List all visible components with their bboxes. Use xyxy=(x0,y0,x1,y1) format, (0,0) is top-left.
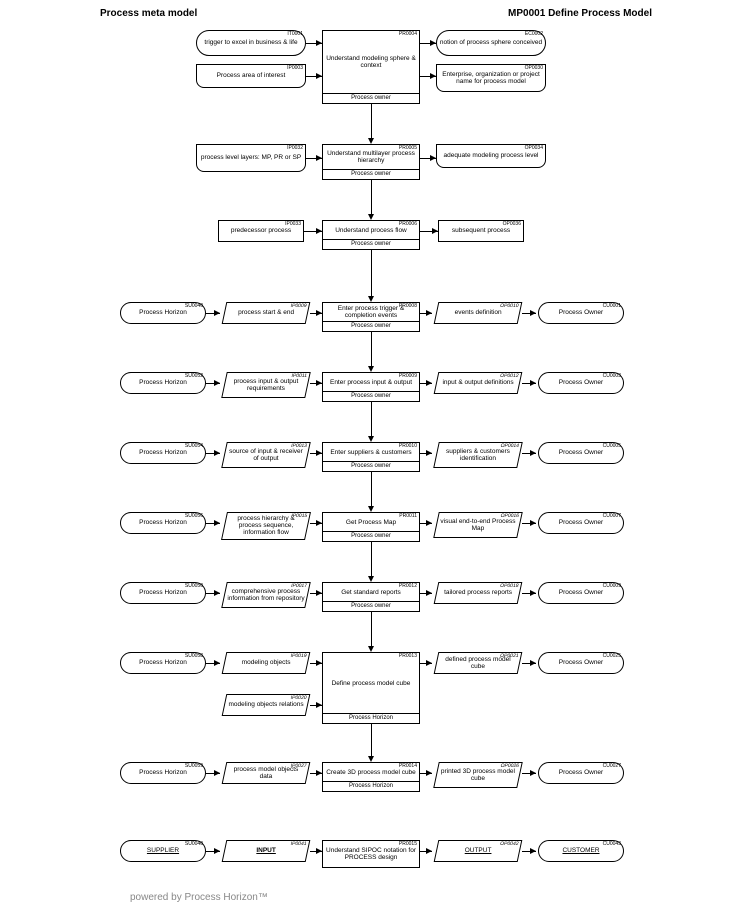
proc-enter-suppliers: PR0010Enter suppliers & customersProcess… xyxy=(322,442,420,472)
proc-create-3d: PR0014Create 3D process model cubeProces… xyxy=(322,762,420,792)
input-r10: IP0027process model objects data xyxy=(222,762,311,784)
supplier-r4: SU0040Process Horizon xyxy=(120,302,206,324)
legend-supplier: SU0040SUPPLIER xyxy=(120,840,206,862)
customer-r7: CU0007Process Owner xyxy=(538,512,624,534)
input-r5: IP0011process input & output requirement… xyxy=(221,372,311,398)
input-r9b: IP0020modeling objects relations xyxy=(222,694,311,716)
supplier-r5: SU0052Process Horizon xyxy=(120,372,206,394)
customer-r4: CU0001Process Owner xyxy=(538,302,624,324)
footer-credit: powered by Process Horizon™ xyxy=(130,892,268,903)
title-right: MP0001 Define Process Model xyxy=(508,8,652,19)
input-r8: IP0017comprehensive process information … xyxy=(221,582,311,608)
predecessor-process: IP0033 predecessor process xyxy=(218,220,304,242)
proc-get-map: PR0011Get Process MapProcess owner xyxy=(322,512,420,542)
output-r7: OP0016visual end-to-end Process Map xyxy=(433,512,523,538)
legend-process: PR0015Understand SIPOC notation for PROC… xyxy=(322,840,420,868)
proc-enter-trigger: PR0008Enter process trigger & completion… xyxy=(322,302,420,332)
proc-understand-sphere: PR0004 Understand modeling sphere & cont… xyxy=(322,30,420,104)
supplier-r6: SU0054Process Horizon xyxy=(120,442,206,464)
supplier-r10: SU0059Process Horizon xyxy=(120,762,206,784)
customer-r9: CU0025Process Owner xyxy=(538,652,624,674)
supplier-r7: SU0056Process Horizon xyxy=(120,512,206,534)
customer-r6: CU0005Process Owner xyxy=(538,442,624,464)
legend-output: OP0042OUTPUT xyxy=(434,840,523,862)
supplier-r8: SU0050Process Horizon xyxy=(120,582,206,604)
proc-understand-flow: PR0006 Understand process flow Process o… xyxy=(322,220,420,250)
customer-r10: CU0027Process Owner xyxy=(538,762,624,784)
output-r6: OP0014suppliers & customers identificati… xyxy=(433,442,523,468)
output-r9: OP0021defined process model cube xyxy=(434,652,523,674)
proc-enter-io: PR0009Enter process input & outputProces… xyxy=(322,372,420,402)
subsequent-process: OP0036 subsequent process xyxy=(438,220,524,242)
input-r4: IP0009process start & end xyxy=(222,302,311,324)
output-r5: OP0012input & output definitions xyxy=(434,372,523,394)
input-r6: IP0013source of input & receiver of outp… xyxy=(221,442,311,468)
input-r7: IP0015process hierarchy & process sequen… xyxy=(221,512,311,540)
input-r9a: IP0019modeling objects xyxy=(222,652,311,674)
customer-r5: CU0003Process Owner xyxy=(538,372,624,394)
process-level-layers: IP0032 process level layers: MP, PR or S… xyxy=(196,144,306,172)
output-r10: OP0026printed 3D process model cube xyxy=(433,762,523,788)
notion-event: EC0002 notion of process sphere conceive… xyxy=(436,30,546,56)
enterprise-name: OP0030 Enterprise, organization or proje… xyxy=(436,64,546,92)
proc-define-cube: PR0013Define process model cubeProcess H… xyxy=(322,652,420,724)
adequate-level: OP0034 adequate modeling process level xyxy=(436,144,546,168)
supplier-r9: SU0058Process Horizon xyxy=(120,652,206,674)
proc-get-reports: PR0012Get standard reportsProcess owner xyxy=(322,582,420,612)
legend-customer: CU0043CUSTOMER xyxy=(538,840,624,862)
title-left: Process meta model xyxy=(100,8,197,19)
output-r4: OP0010events definition xyxy=(434,302,523,324)
proc-understand-hierarchy: PR0005 Understand multilayer process hie… xyxy=(322,144,420,180)
process-area-interest: IP0003 Process area of interest xyxy=(196,64,306,88)
trigger-event: IT0001 trigger to excel in business & li… xyxy=(196,30,306,56)
legend-input: IP0041INPUT xyxy=(222,840,311,862)
output-r8: OP0018tailored process reports xyxy=(434,582,523,604)
customer-r8: CU0009Process Owner xyxy=(538,582,624,604)
